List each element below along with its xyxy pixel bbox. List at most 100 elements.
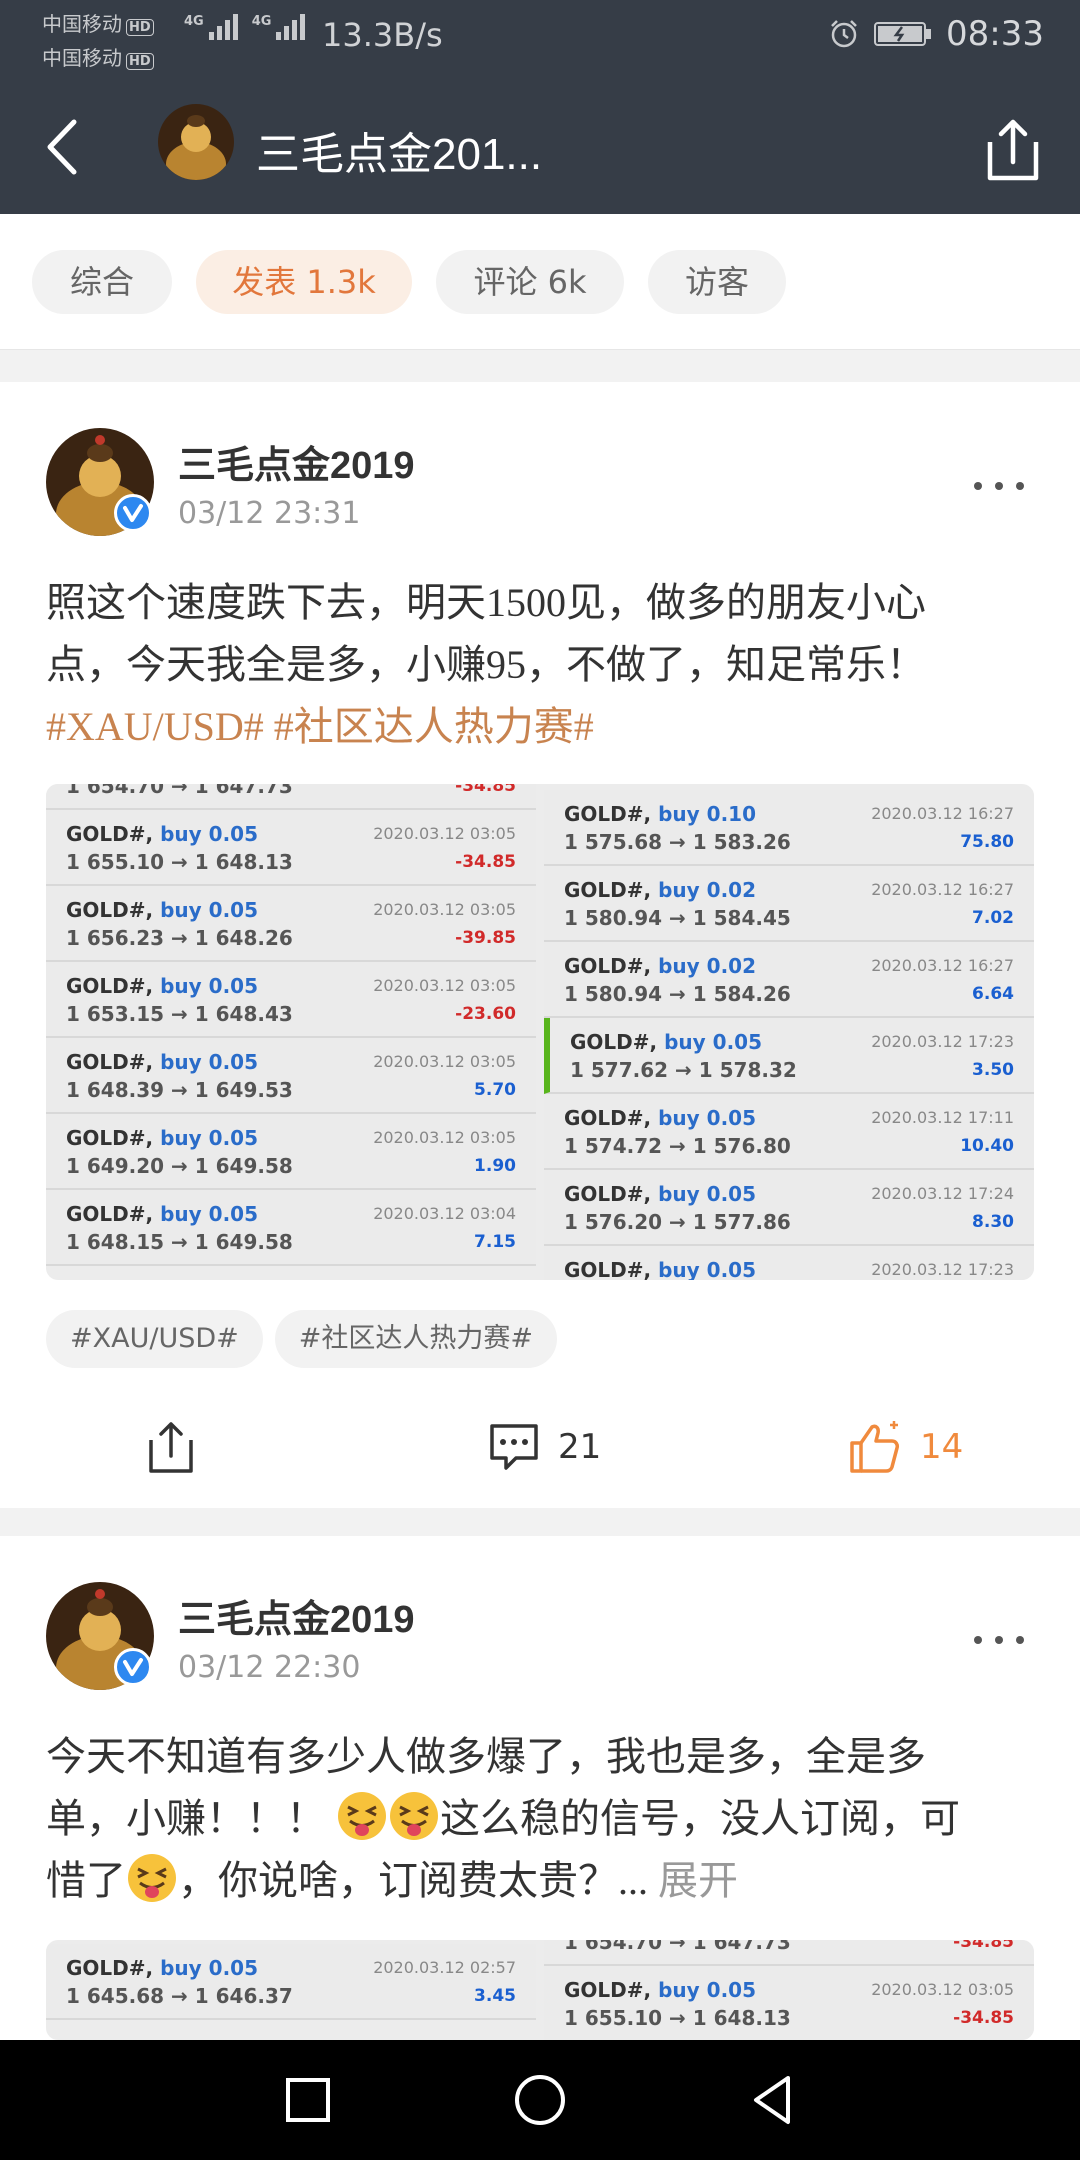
share-icon[interactable] (984, 116, 1042, 182)
trade-symbol-name: GOLD#, (570, 1030, 658, 1054)
trade-profit: -34.85 (455, 784, 516, 796)
post-card[interactable]: 三毛点金2019 03/12 22:30 今天不知道有多少人做多爆了，我也是多，… (0, 1536, 1080, 2040)
post-image[interactable]: GOLD#, buy 0.05 1 645.68 → 1 646.37 2020.0… (46, 1940, 1034, 2040)
like-button[interactable]: 14 (848, 1412, 963, 1482)
trade-side: buy 0.10 (658, 802, 756, 826)
trade-symbol-name: GOLD#, (564, 954, 652, 978)
hashtag-list: #XAU/USD# #社区达人热力赛# (46, 1310, 558, 1368)
trade-symbol-name: GOLD#, (66, 1126, 154, 1150)
trade-side: buy 0.05 (664, 1030, 762, 1054)
back-icon[interactable] (742, 2070, 802, 2130)
tab-overview[interactable]: 综合 (32, 250, 172, 314)
trade-prices: 1 648.39 → 1 649.53 (66, 1078, 293, 1102)
hashtag-xau-usd[interactable]: #XAU/USD# (46, 1310, 263, 1368)
hashtag-community-contest[interactable]: #社区达人热力赛# (274, 1310, 558, 1368)
trade-profit: 5.70 (474, 1080, 516, 1100)
trade-profit: -39.85 (455, 928, 516, 948)
trade-symbol: GOLD#, buy 0.10 (564, 802, 756, 826)
trade-list-left: 1 654.70 → 1 647.73 -34.85 GOLD#, buy 0.05… (46, 784, 536, 1280)
post-text[interactable]: 今天不知道有多少人做多爆了，我也是多，全是多 单，小赚！！！ 这么稳的信号，没人… (46, 1726, 1036, 1912)
trade-side: buy 0.05 (160, 822, 258, 846)
trade-side: buy 0.05 (160, 974, 258, 998)
trade-profit: 8.30 (972, 1212, 1014, 1232)
trade-prices: 1 580.94 → 1 584.26 (564, 982, 791, 1006)
trade-profit: 3.50 (972, 1060, 1014, 1080)
battery-icon (874, 22, 932, 46)
header-title: 三毛点金201... (256, 130, 543, 179)
trade-row: GOLD#, buy 0.05 1 653.15 → 1 648.43 2020.0… (46, 962, 536, 1038)
trade-row: GOLD#, buy 0.02 1 580.94 → 1 584.26 2020.0… (544, 942, 1034, 1018)
author-name[interactable]: 三毛点金2019 (178, 434, 415, 489)
expand-link[interactable]: 展开 (658, 1858, 738, 1903)
trade-row: GOLD#, buy 0.05 2020.03.12 17:23 (544, 1246, 1034, 1280)
hd-badge: HD (126, 19, 154, 36)
tab-visitors[interactable]: 访客 (648, 250, 786, 314)
tab-comments[interactable]: 评论 6k (436, 250, 624, 314)
trade-prices: 1 655.10 → 1 648.13 (66, 850, 293, 874)
trade-profit: 75.80 (960, 832, 1014, 852)
post-text[interactable]: 照这个速度跌下去，明天1500见，做多的朋友小心 点，今天我全是多，小赚95，不… (46, 572, 1036, 758)
back-arrow-icon[interactable] (40, 114, 84, 180)
trade-date: 2020.03.12 16:27 (871, 804, 1014, 823)
trade-prices: 1 654.70 → 1 647.73 (66, 784, 293, 798)
verified-badge-icon (114, 494, 152, 532)
trade-prices: 1 649.20 → 1 649.58 (66, 1154, 293, 1178)
trade-profit: -34.85 (953, 2008, 1014, 2028)
more-options-icon[interactable] (974, 476, 1024, 496)
trade-side: buy 0.05 (658, 1182, 756, 1206)
home-icon[interactable] (510, 2070, 570, 2130)
header-avatar[interactable] (158, 104, 234, 180)
trade-row: GOLD#, buy 0.10 1 575.68 → 1 583.26 2020.0… (544, 790, 1034, 866)
trade-date: 2020.03.12 17:23 (871, 1032, 1014, 1051)
trade-prices: 1 576.20 → 1 577.86 (564, 1210, 791, 1234)
trade-date: 2020.03.12 03:05 (373, 824, 516, 843)
trade-prices: 1 648.15 → 1 649.58 (66, 1230, 293, 1254)
squinting-tongue-emoji-icon (338, 1792, 386, 1840)
trade-symbol-name: GOLD#, (564, 1106, 652, 1130)
trade-date: 2020.03.12 17:24 (871, 1184, 1014, 1203)
trade-prices: 1 656.23 → 1 648.26 (66, 926, 293, 950)
trade-symbol-name: GOLD#, (66, 974, 154, 998)
trade-row: GOLD#, buy 0.02 1 580.94 → 1 584.45 2020.0… (544, 866, 1034, 942)
recent-apps-icon[interactable] (278, 2070, 338, 2130)
post-time: 03/12 23:31 (178, 496, 361, 531)
post-text-line: 点，今天我全是多，小赚95，不做了，知足常乐！ (46, 642, 926, 687)
trade-side: buy 0.05 (658, 1978, 756, 2002)
post-text-line: 照这个速度跌下去，明天1500见，做多的朋友小心 (46, 580, 926, 625)
author-name[interactable]: 三毛点金2019 (178, 1588, 415, 1643)
trade-symbol-name: GOLD#, (66, 822, 154, 846)
post-image[interactable]: 1 654.70 → 1 647.73 -34.85 GOLD#, buy 0.05… (46, 784, 1034, 1280)
trade-side: buy 0.02 (658, 878, 756, 902)
network-type-label: 4G (184, 14, 204, 29)
share-button[interactable] (146, 1412, 196, 1482)
post-text-fragment: 这么稳的信号，没人订阅，可 (440, 1796, 960, 1841)
post-card[interactable]: 三毛点金2019 03/12 23:31 照这个速度跌下去，明天1500见，做多… (0, 382, 1080, 1508)
carrier-1: 中国移动 HD (42, 8, 154, 37)
trade-date: 2020.03.12 16:27 (871, 880, 1014, 899)
trade-symbol-name: GOLD#, (66, 1202, 154, 1226)
post-text-hashtags[interactable]: #XAU/USD# #社区达人热力赛# (46, 696, 1036, 758)
trade-date: 2020.03.12 03:04 (373, 1204, 516, 1223)
comment-button[interactable]: 21 (486, 1412, 601, 1482)
post-text-fragment: ，你说啥，订阅费太贵？... (178, 1858, 648, 1903)
trade-row: GOLD#, buy 0.05 1 577.62 → 1 578.32 2020.0… (544, 1018, 1034, 1094)
more-options-icon[interactable] (974, 1630, 1024, 1650)
trade-side: buy 0.05 (160, 1956, 258, 1980)
signal-strength-icon: 4G (184, 14, 238, 40)
trade-prices: 1 577.62 → 1 578.32 (570, 1058, 797, 1082)
tab-posts[interactable]: 发表 1.3k (196, 250, 412, 314)
trade-prices: 1 655.10 → 1 648.13 (564, 2006, 791, 2030)
trade-date: 2020.03.12 03:05 (373, 1052, 516, 1071)
trade-symbol: GOLD#, buy 0.02 (564, 878, 756, 902)
net-speed: 13.3B/s (322, 16, 443, 54)
trade-date: 2020.03.12 16:27 (871, 956, 1014, 975)
trade-row: GOLD#, buy 0.05 1 655.10 → 1 648.13 2020.0… (46, 810, 536, 886)
trade-list-right: GOLD#, buy 0.10 1 575.68 → 1 583.26 2020.0… (544, 784, 1034, 1280)
trade-side: buy 0.05 (160, 1050, 258, 1074)
trade-symbol: GOLD#, buy 0.05 (66, 974, 258, 998)
trade-date: 2020.03.12 02:57 (373, 1958, 516, 1977)
trade-row: GOLD#, buy 0.05 1 656.23 → 1 648.26 2020.0… (46, 886, 536, 962)
trade-side: buy 0.05 (658, 1258, 756, 1280)
alarm-icon (831, 20, 857, 48)
trade-symbol: GOLD#, buy 0.02 (564, 954, 756, 978)
